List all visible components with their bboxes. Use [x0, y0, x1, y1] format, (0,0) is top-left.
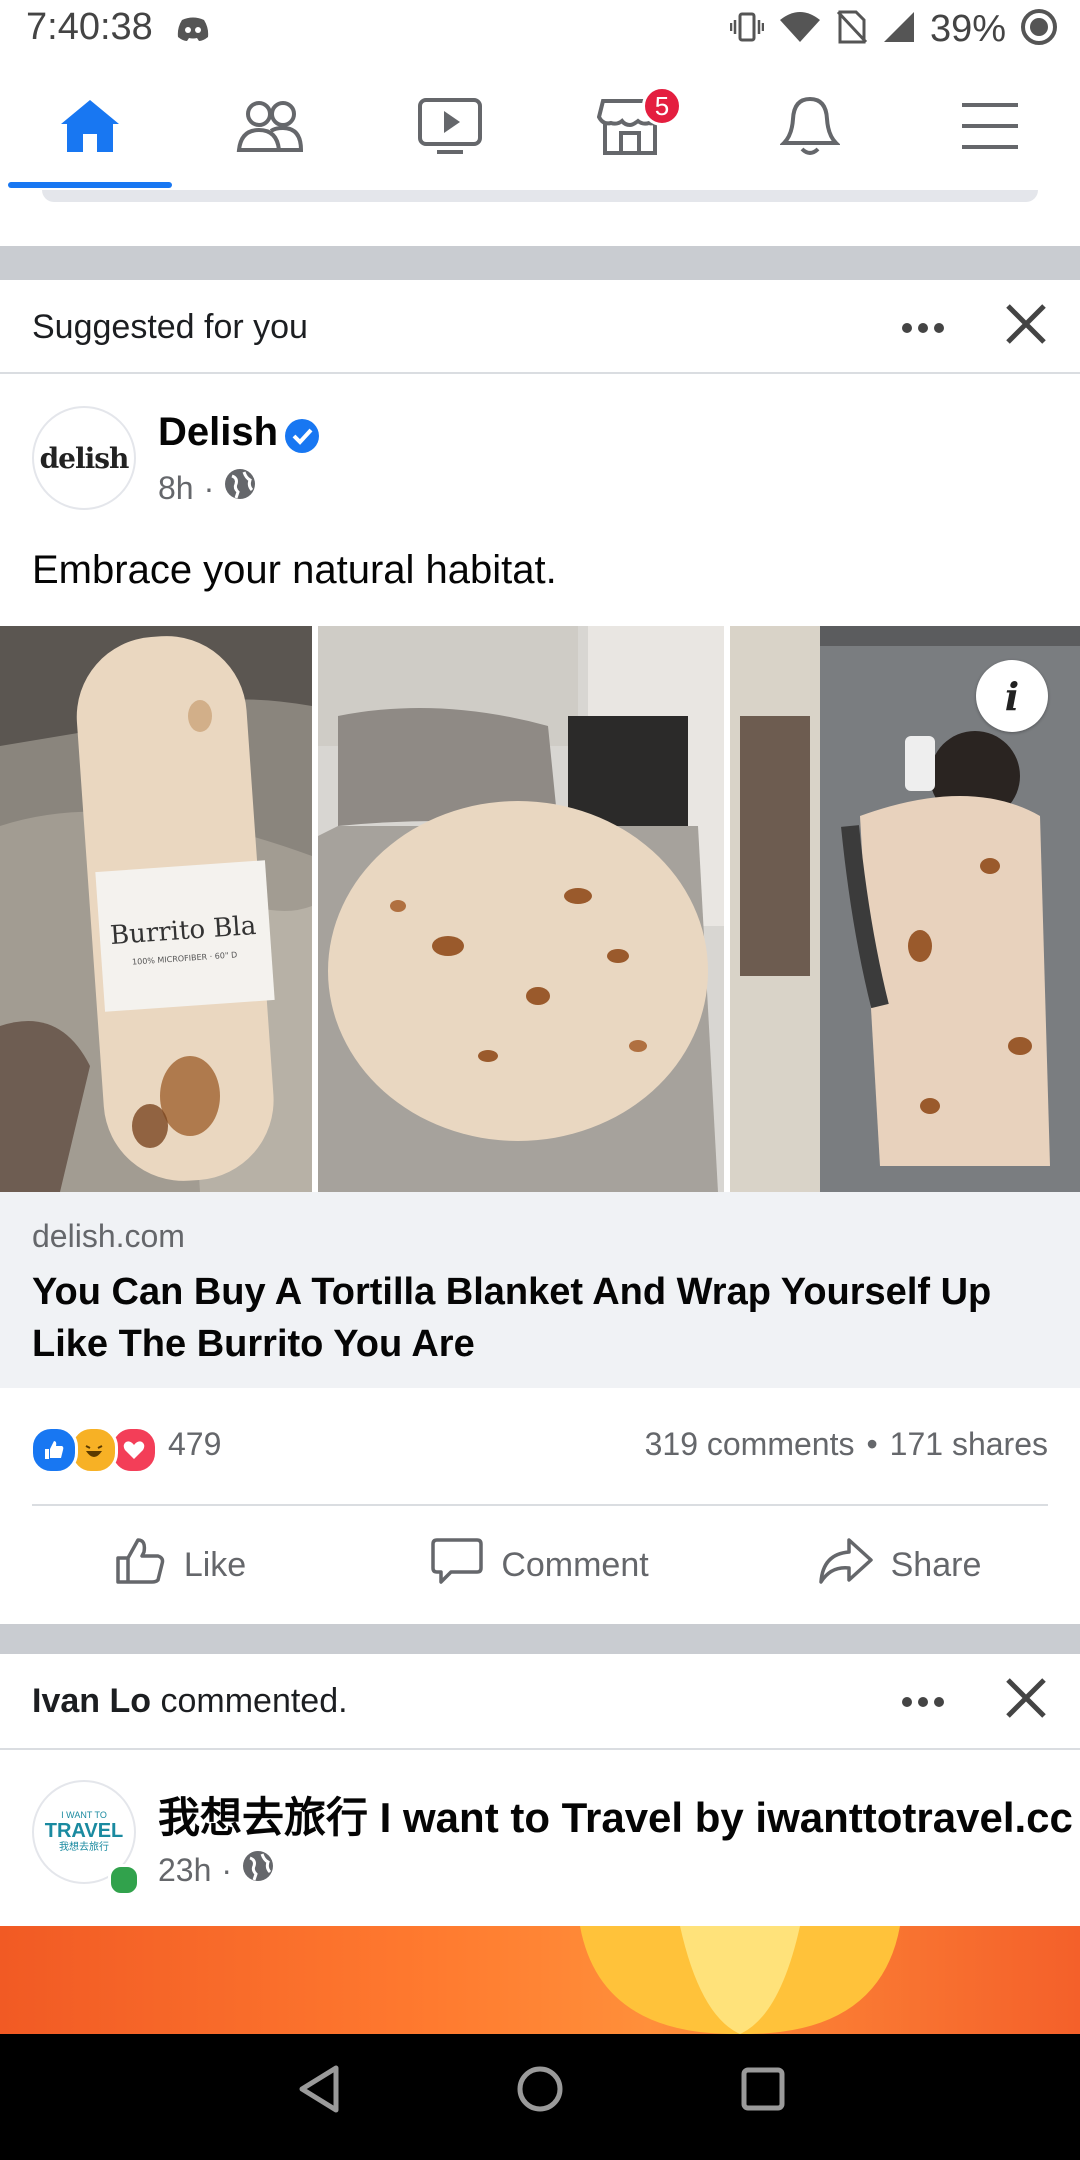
share-button[interactable]: Share	[720, 1506, 1080, 1624]
info-icon: i	[1004, 673, 1020, 719]
nav-tab-home[interactable]	[0, 66, 180, 190]
signal-icon	[882, 10, 916, 49]
status-bar: 7:40:38 39%	[0, 0, 1080, 66]
link-domain: delish.com	[32, 1218, 185, 1254]
activity-label: Ivan Lo commented.	[32, 1682, 348, 1721]
post-meta: 23h ·	[158, 1850, 274, 1890]
hide-post-button[interactable]	[1004, 1668, 1048, 1733]
avatar-logo-text-main: TRAVEL	[44, 1820, 124, 1842]
meta-separator: ·	[203, 469, 215, 506]
avatar-logo-text: delish	[39, 441, 130, 475]
avatar-logo-text-cn: 我想去旅行	[59, 1842, 109, 1853]
like-label: Like	[183, 1545, 247, 1584]
commenter-name[interactable]: Ivan Lo	[32, 1682, 151, 1720]
post-author-row: delish Delish 8h ·	[0, 374, 1080, 534]
photo-burrito-wrapped-person[interactable]: i	[730, 626, 1080, 1192]
post-header-bar: Suggested for you	[0, 280, 1080, 374]
nav-tab-friends[interactable]	[180, 66, 360, 190]
globe-icon	[242, 1850, 274, 1890]
hamburger-icon	[960, 101, 1020, 156]
comment-label: Comment	[501, 1545, 649, 1584]
video-icon	[417, 96, 483, 161]
engagement-summary: 319 comments • 171 shares	[645, 1426, 1048, 1463]
system-navigation-bar	[0, 2034, 1080, 2160]
like-button[interactable]: Like	[0, 1506, 360, 1624]
nav-tab-marketplace[interactable]: 5	[540, 66, 720, 190]
author-name[interactable]: Delish	[158, 410, 278, 455]
feed-separator	[0, 246, 1080, 280]
nav-tab-menu[interactable]	[900, 66, 1080, 190]
reaction-icons[interactable]	[30, 1426, 158, 1474]
feed-separator	[0, 1624, 1080, 1654]
post-time[interactable]: 23h	[158, 1852, 211, 1889]
recents-icon[interactable]	[740, 2064, 786, 2119]
wifi-icon	[778, 10, 822, 49]
previous-content-stub	[0, 190, 1080, 246]
share-label: Share	[890, 1545, 982, 1584]
no-sim-icon	[836, 10, 868, 49]
top-navigation: 5	[0, 66, 1080, 192]
battery-percentage: 39%	[929, 8, 1006, 50]
reaction-count[interactable]: 479	[168, 1426, 221, 1463]
vibrate-icon	[729, 10, 765, 49]
activity-text: commented.	[160, 1682, 348, 1720]
nav-tab-notifications[interactable]	[720, 66, 900, 190]
author-name[interactable]: 我想去旅行 I want to Travel by iwanttotravel.…	[158, 1784, 1073, 1845]
post-header-bar: Ivan Lo commented.	[0, 1654, 1080, 1750]
friends-icon	[235, 98, 305, 159]
post-photo-grid[interactable]: Burrito Bla 100% MICROFIBER · 60" D i	[0, 626, 1080, 1192]
back-icon[interactable]	[296, 2064, 342, 2119]
bell-icon	[779, 95, 841, 162]
ad-info-button[interactable]: i	[976, 660, 1048, 732]
verified-badge-icon	[284, 418, 320, 459]
status-time: 7:40:38	[26, 6, 153, 48]
comment-icon	[431, 1536, 484, 1595]
post-meta: 8h ·	[158, 468, 256, 508]
marketplace-badge: 5	[642, 86, 682, 126]
photo-burrito-roll[interactable]: Burrito Bla 100% MICROFIBER · 60" D	[0, 626, 312, 1192]
home-icon	[57, 96, 123, 161]
photo-tortilla-bed[interactable]	[318, 626, 724, 1192]
post-image-preview[interactable]	[0, 1926, 1080, 2034]
post-actions: Like Comment Share	[0, 1506, 1080, 1624]
post-author-row: I WANT TO TRAVEL 我想去旅行 我想去旅行 I want to T…	[0, 1750, 1080, 1910]
post-card-travel: Ivan Lo commented. I WANT TO TRAVEL 我想去旅…	[0, 1654, 1080, 1926]
globe-icon	[224, 468, 256, 508]
discord-icon	[176, 16, 210, 47]
hide-post-button[interactable]	[1004, 294, 1048, 359]
bullet-separator: •	[866, 1426, 878, 1462]
suggested-label: Suggested for you	[32, 308, 308, 346]
shares-count[interactable]: 171 shares	[890, 1426, 1048, 1463]
nav-tab-watch[interactable]	[360, 66, 540, 190]
thumbs-up-icon	[114, 1536, 166, 1595]
comments-count[interactable]: 319 comments	[645, 1426, 855, 1463]
post-stats: 479 319 comments • 171 shares	[0, 1388, 1080, 1506]
online-status-dot	[108, 1864, 140, 1896]
battery-saver-icon	[1020, 8, 1058, 51]
like-reaction-icon	[30, 1426, 78, 1474]
more-options-button[interactable]	[900, 1674, 946, 1719]
avatar-logo-text-top: I WANT TO	[61, 1810, 107, 1820]
more-options-button[interactable]	[900, 300, 946, 345]
post-time[interactable]: 8h	[158, 470, 194, 507]
link-preview[interactable]: delish.com You Can Buy A Tortilla Blanke…	[0, 1192, 1080, 1388]
comment-button[interactable]: Comment	[360, 1506, 720, 1624]
active-tab-indicator	[8, 182, 172, 188]
link-headline[interactable]: You Can Buy A Tortilla Blanket And Wrap …	[32, 1266, 1032, 1370]
share-arrow-icon	[818, 1536, 873, 1595]
author-avatar[interactable]: delish	[32, 406, 136, 510]
home-circle-icon[interactable]	[516, 2064, 564, 2119]
post-text: Embrace your natural habitat.	[32, 548, 557, 592]
meta-separator: ·	[221, 1851, 233, 1888]
